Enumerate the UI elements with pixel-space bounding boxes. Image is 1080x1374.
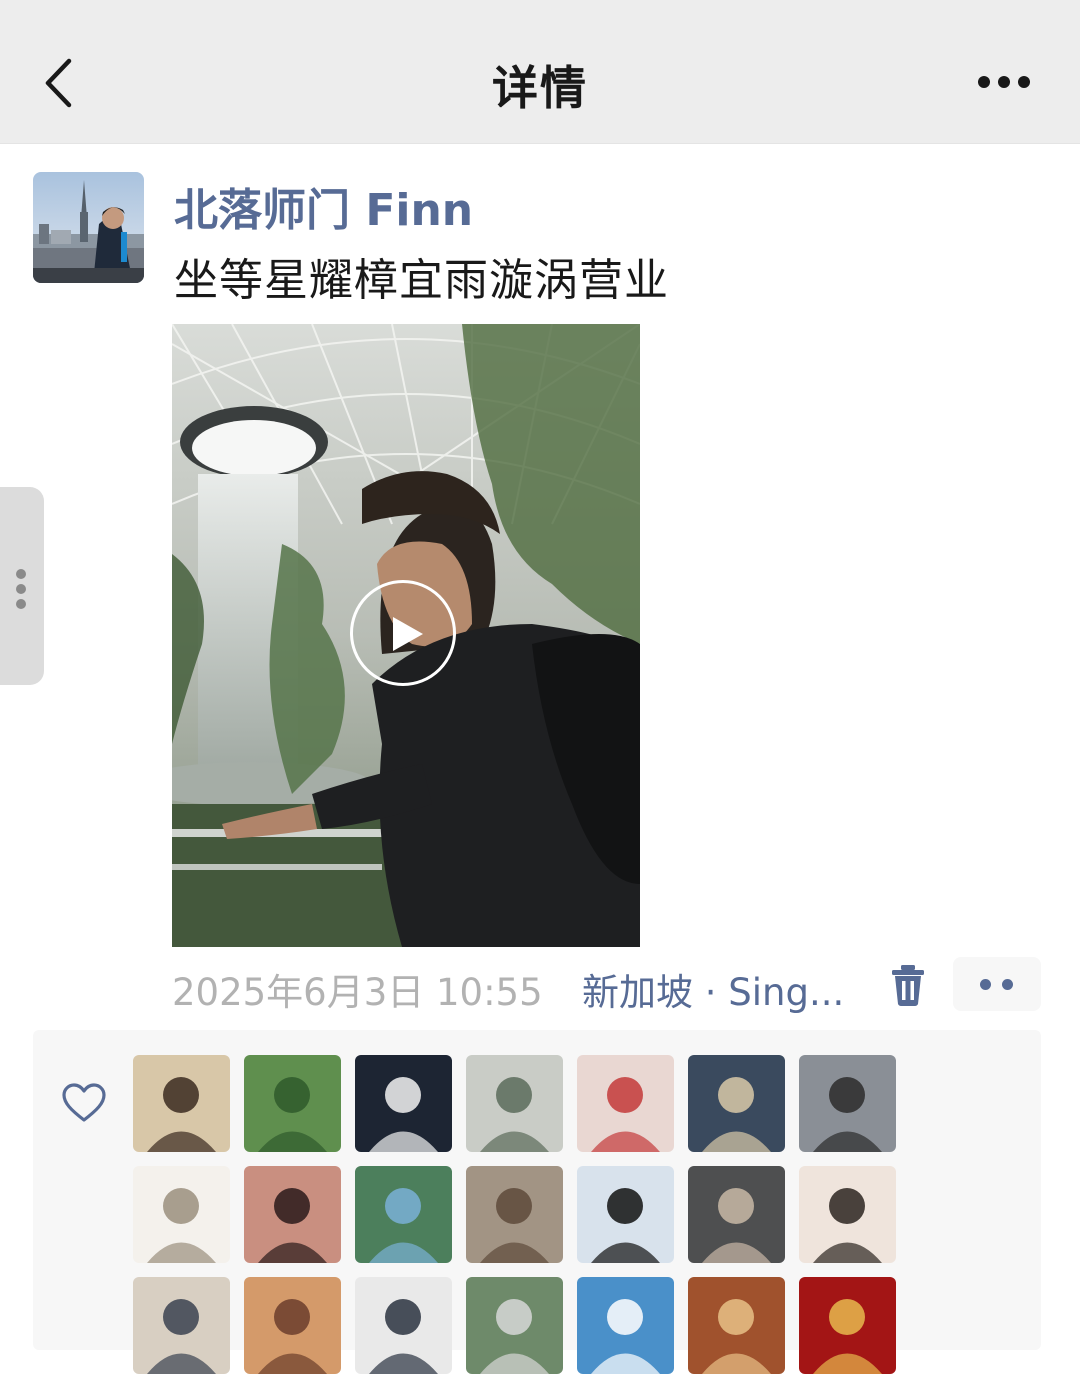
liker-avatar[interactable] bbox=[577, 1166, 674, 1263]
dot-icon bbox=[16, 569, 26, 579]
dot-icon bbox=[1018, 76, 1030, 88]
author-avatar[interactable] bbox=[33, 172, 144, 283]
liker-avatar[interactable] bbox=[466, 1277, 563, 1374]
liker-avatar[interactable] bbox=[355, 1166, 452, 1263]
dot-icon bbox=[978, 76, 990, 88]
liker-avatar[interactable] bbox=[244, 1166, 341, 1263]
liker-avatar[interactable] bbox=[799, 1166, 896, 1263]
liker-avatar[interactable] bbox=[688, 1277, 785, 1374]
author-name-link[interactable]: 北落师门 Finn bbox=[174, 174, 473, 238]
heart-icon bbox=[61, 1082, 107, 1124]
liker-avatar[interactable] bbox=[244, 1277, 341, 1374]
dot-icon bbox=[1002, 979, 1013, 990]
liker-avatar[interactable] bbox=[244, 1055, 341, 1152]
liker-avatar[interactable] bbox=[466, 1055, 563, 1152]
liker-avatar[interactable] bbox=[466, 1166, 563, 1263]
more-options-button[interactable] bbox=[972, 66, 1032, 100]
play-icon bbox=[393, 617, 423, 651]
dot-icon bbox=[16, 599, 26, 609]
liker-avatar[interactable] bbox=[133, 1055, 230, 1152]
liker-avatar[interactable] bbox=[577, 1277, 674, 1374]
liker-avatar[interactable] bbox=[688, 1055, 785, 1152]
liker-avatar[interactable] bbox=[577, 1055, 674, 1152]
liker-avatar[interactable] bbox=[133, 1166, 230, 1263]
post-location-link[interactable]: 新加坡 · Sing... bbox=[582, 962, 844, 1016]
floating-side-handle[interactable] bbox=[0, 487, 44, 685]
play-button[interactable] bbox=[350, 580, 456, 686]
page-title: 详情 bbox=[492, 61, 588, 115]
dot-icon bbox=[16, 584, 26, 594]
trash-icon bbox=[892, 965, 924, 1006]
liker-avatar[interactable] bbox=[355, 1277, 452, 1374]
likes-panel bbox=[33, 1030, 1041, 1374]
liker-avatar[interactable] bbox=[355, 1055, 452, 1152]
delete-button[interactable] bbox=[888, 962, 928, 1008]
liker-avatar[interactable] bbox=[688, 1166, 785, 1263]
post-timestamp: 2025年6月3日 10:55 bbox=[172, 971, 543, 1014]
post-text: 坐等星耀樟宜雨漩涡营业 bbox=[174, 255, 669, 306]
nav-bar: 详情 bbox=[0, 0, 1080, 144]
liker-avatar[interactable] bbox=[799, 1055, 896, 1152]
liker-avatar[interactable] bbox=[799, 1277, 896, 1374]
avatar-image bbox=[33, 172, 144, 283]
dot-icon bbox=[980, 979, 991, 990]
liker-avatar[interactable] bbox=[133, 1277, 230, 1374]
comment-like-menu-button[interactable] bbox=[953, 957, 1041, 1011]
dot-icon bbox=[998, 76, 1010, 88]
